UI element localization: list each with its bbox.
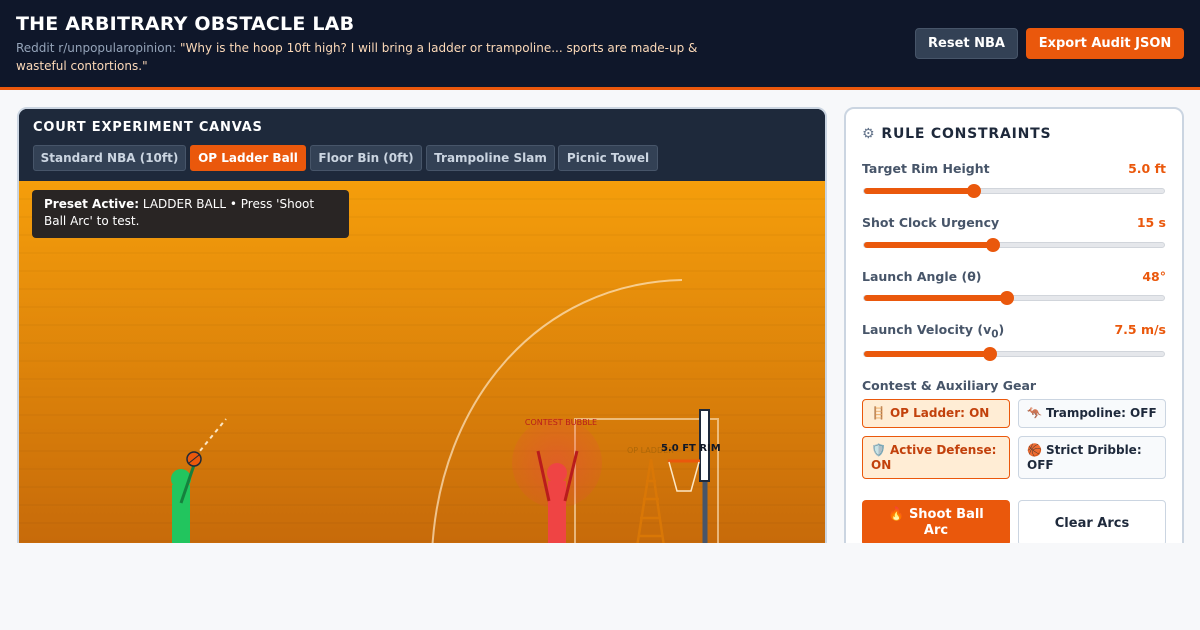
court-canvas-panel: COURT EXPERIMENT CANVAS Standard NBA (10… bbox=[17, 107, 827, 567]
active-defense-toggle[interactable]: 🛡️ Active Defense: ON bbox=[862, 436, 1010, 479]
kangaroo-icon: 🦘 bbox=[1027, 406, 1042, 420]
op-ladder-toggle-label: OP Ladder: ON bbox=[889, 406, 990, 420]
preset-tab-trampoline-slam[interactable]: Trampoline Slam bbox=[426, 145, 555, 171]
shot-clock-value: 15 s bbox=[1136, 215, 1166, 230]
launch-velocity-slider[interactable] bbox=[863, 347, 1165, 361]
app-title: THE ARBITRARY OBSTACLE LAB bbox=[16, 13, 355, 35]
strict-dribble-toggle[interactable]: 🏀 Strict Dribble: OFF bbox=[1018, 436, 1166, 479]
app-header: THE ARBITRARY OBSTACLE LAB Reddit r/unpo… bbox=[0, 0, 1200, 90]
basketball-icon bbox=[186, 451, 202, 467]
launch-angle-slider-fill bbox=[864, 295, 1007, 301]
rim-height-value: 5.0 ft bbox=[1128, 161, 1166, 176]
active-defense-toggle-content: 🛡️ Active Defense: ON bbox=[871, 443, 1001, 473]
court-canvas[interactable]: CONTEST BUBBLE OP LADDER 5.0 FT RIM bbox=[19, 181, 825, 567]
shot-clock-slider-thumb[interactable] bbox=[986, 238, 1000, 252]
subtitle-source: Reddit r/unpopularopinion: bbox=[16, 41, 181, 55]
basketball-icon: 🏀 bbox=[1027, 442, 1042, 457]
shield-icon: 🛡️ bbox=[871, 442, 886, 457]
launch-angle-slider-thumb[interactable] bbox=[999, 291, 1014, 305]
shoot-ball-arc-button[interactable]: 🔥 Shoot Ball Arc bbox=[862, 500, 1010, 546]
gear-heading: Contest & Auxiliary Gear bbox=[862, 378, 1037, 393]
active-defense-toggle-label: Active Defense: ON bbox=[871, 442, 997, 472]
launch-velocity-value: 7.5 m/s bbox=[1114, 322, 1166, 337]
ladder-icon: 🪜 bbox=[871, 406, 886, 420]
launch-angle-slider[interactable] bbox=[863, 291, 1165, 305]
fire-icon: 🔥 bbox=[888, 507, 905, 522]
rules-title: ⚙ RULE CONSTRAINTS bbox=[862, 126, 1051, 142]
canvas-title: COURT EXPERIMENT CANVAS bbox=[33, 120, 263, 135]
launch-velocity-label-text: Launch Velocity (v bbox=[862, 322, 992, 337]
rim-height-slider-fill bbox=[864, 188, 974, 194]
launch-velocity-label: Launch Velocity (v0) bbox=[862, 322, 1004, 341]
clear-arcs-button[interactable]: Clear Arcs bbox=[1018, 500, 1166, 546]
rim-label: 5.0 FT RIM bbox=[661, 443, 721, 454]
launch-velocity-slider-thumb[interactable] bbox=[983, 347, 997, 361]
canvas-header: COURT EXPERIMENT CANVAS Standard NBA (10… bbox=[19, 109, 825, 181]
launch-angle-value: 48° bbox=[1142, 269, 1166, 284]
shot-clock-slider-fill bbox=[864, 242, 993, 248]
shot-clock-label: Shot Clock Urgency bbox=[862, 215, 1000, 230]
export-audit-button[interactable]: Export Audit JSON bbox=[1026, 28, 1184, 59]
trampoline-toggle[interactable]: 🦘 Trampoline: OFF bbox=[1018, 399, 1166, 428]
launch-velocity-label-end: ) bbox=[998, 322, 1005, 337]
preset-tab-standard-nba[interactable]: Standard NBA (10ft) bbox=[33, 145, 186, 171]
preset-toast: Preset Active: LADDER BALL • Press 'Shoo… bbox=[32, 190, 349, 238]
trampoline-toggle-label: Trampoline: OFF bbox=[1045, 406, 1157, 420]
launch-angle-label: Launch Angle (θ) bbox=[862, 269, 982, 284]
launch-velocity-slider-fill bbox=[864, 351, 990, 357]
strict-dribble-toggle-label: Strict Dribble: OFF bbox=[1027, 442, 1142, 472]
strict-dribble-toggle-content: 🏀 Strict Dribble: OFF bbox=[1027, 443, 1157, 473]
reset-nba-button[interactable]: Reset NBA bbox=[915, 28, 1018, 59]
preset-tab-picnic-towel[interactable]: Picnic Towel bbox=[558, 145, 658, 171]
rim-height-label: Target Rim Height bbox=[862, 161, 990, 176]
gear-icon: ⚙ bbox=[862, 126, 876, 142]
rule-constraints-panel: ⚙ RULE CONSTRAINTS Target Rim Height 5.0 … bbox=[844, 107, 1184, 567]
shoot-ball-arc-label: Shoot Ball Arc bbox=[908, 507, 984, 538]
shot-clock-slider[interactable] bbox=[863, 238, 1165, 252]
preset-tab-op-ladder-ball[interactable]: OP Ladder Ball bbox=[190, 145, 306, 171]
preset-tab-floor-bin[interactable]: Floor Bin (0ft) bbox=[310, 145, 422, 171]
shoot-ball-arc-content: 🔥 Shoot Ball Arc bbox=[874, 507, 998, 539]
rules-title-text: RULE CONSTRAINTS bbox=[881, 126, 1052, 142]
subtitle: Reddit r/unpopularopinion: "Why is the h… bbox=[16, 39, 706, 75]
page-footer-area bbox=[0, 543, 1200, 630]
toast-strong: Preset Active: bbox=[44, 197, 140, 211]
contest-bubble-label: CONTEST BUBBLE bbox=[525, 418, 597, 427]
rim-height-slider-thumb[interactable] bbox=[966, 184, 981, 198]
rim-height-slider[interactable] bbox=[863, 184, 1165, 198]
op-ladder-toggle[interactable]: 🪜 OP Ladder: ON bbox=[862, 399, 1010, 428]
